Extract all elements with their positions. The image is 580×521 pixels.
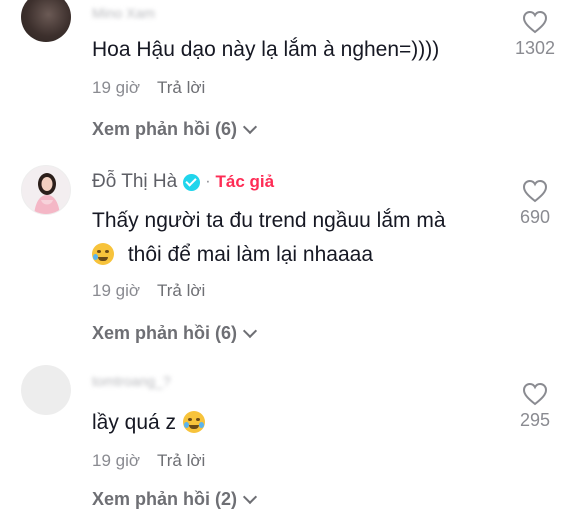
comment-time: 19 giờ <box>92 451 141 470</box>
author-badge: Tác giả <box>215 172 275 191</box>
laughing-tears-icon <box>182 411 205 433</box>
comment-meta: 19 giờ Trả lời <box>92 78 205 98</box>
verified-badge-icon <box>183 173 201 191</box>
avatar[interactable] <box>21 165 71 215</box>
view-replies-button[interactable]: Xem phản hồi (6) <box>92 323 258 344</box>
comment-meta: 19 giờ Trả lời <box>92 451 205 471</box>
like-count: 690 <box>519 207 551 227</box>
comment-text-line-2-text: thôi để mai làm lại nhaaaa <box>127 243 373 266</box>
like-count: 295 <box>519 410 551 430</box>
comment-time: 19 giờ <box>92 78 141 97</box>
reply-button[interactable]: Trả lời <box>157 451 205 470</box>
comment-text: lầy quá z <box>92 406 205 440</box>
chevron-down-icon <box>242 489 258 505</box>
comment-text-line-1: Thấy người ta đu trend ngầuu lắm mà <box>92 209 446 232</box>
heart-outline-icon <box>522 179 548 203</box>
view-replies-label: Xem phản hồi (2) <box>92 489 238 509</box>
comment-meta: 19 giờ Trả lời <box>92 281 205 301</box>
comment-username[interactable]: tomtroang_? <box>92 373 171 389</box>
view-replies-label: Xem phản hồi (6) <box>92 323 238 343</box>
profile-photo <box>34 173 60 214</box>
comment-text-body: lầy quá z <box>92 411 177 434</box>
heart-outline-icon <box>522 10 548 34</box>
reply-button[interactable]: Trả lời <box>157 78 205 97</box>
view-replies-button[interactable]: Xem phản hồi (2) <box>92 489 258 510</box>
view-replies-button[interactable]: Xem phản hồi (6) <box>92 119 258 140</box>
separator-dot: · <box>205 173 211 190</box>
like-button[interactable]: 690 <box>505 179 565 228</box>
like-count: 1302 <box>514 38 556 58</box>
comment-text: Hoa Hậu dạo này lạ lắm à nghen=)))) <box>92 38 440 61</box>
chevron-down-icon <box>242 119 258 135</box>
comment-text: Thấy người ta đu trend ngầuu lắm mà thôi… <box>92 204 446 272</box>
comment-1: Mino Xam Hoa Hậu dạo này lạ lắm à nghen=… <box>0 0 580 160</box>
reply-button[interactable]: Trả lời <box>157 281 205 300</box>
comment-3: tomtroang_? lầy quá z 19 giờ Trả lời Xem … <box>0 350 580 521</box>
crying-face-icon <box>92 243 114 265</box>
comment-time: 19 giờ <box>92 281 141 300</box>
comment-text-line-2: thôi để mai làm lại nhaaaa <box>92 238 446 272</box>
view-replies-label: Xem phản hồi (6) <box>92 119 238 139</box>
like-button[interactable]: 1302 <box>505 10 565 59</box>
avatar[interactable] <box>21 365 71 415</box>
heart-outline-icon <box>522 382 548 406</box>
comment-header: Đỗ Thị Hà · Tác giả <box>92 171 274 193</box>
like-button[interactable]: 295 <box>505 382 565 431</box>
avatar[interactable] <box>21 0 71 42</box>
comment-username[interactable]: Mino Xam <box>92 5 155 21</box>
chevron-down-icon <box>242 323 258 339</box>
comment-username[interactable]: Đỗ Thị Hà <box>92 171 177 193</box>
comment-2: Đỗ Thị Hà · Tác giả Thấy người ta đu tre… <box>0 160 580 350</box>
